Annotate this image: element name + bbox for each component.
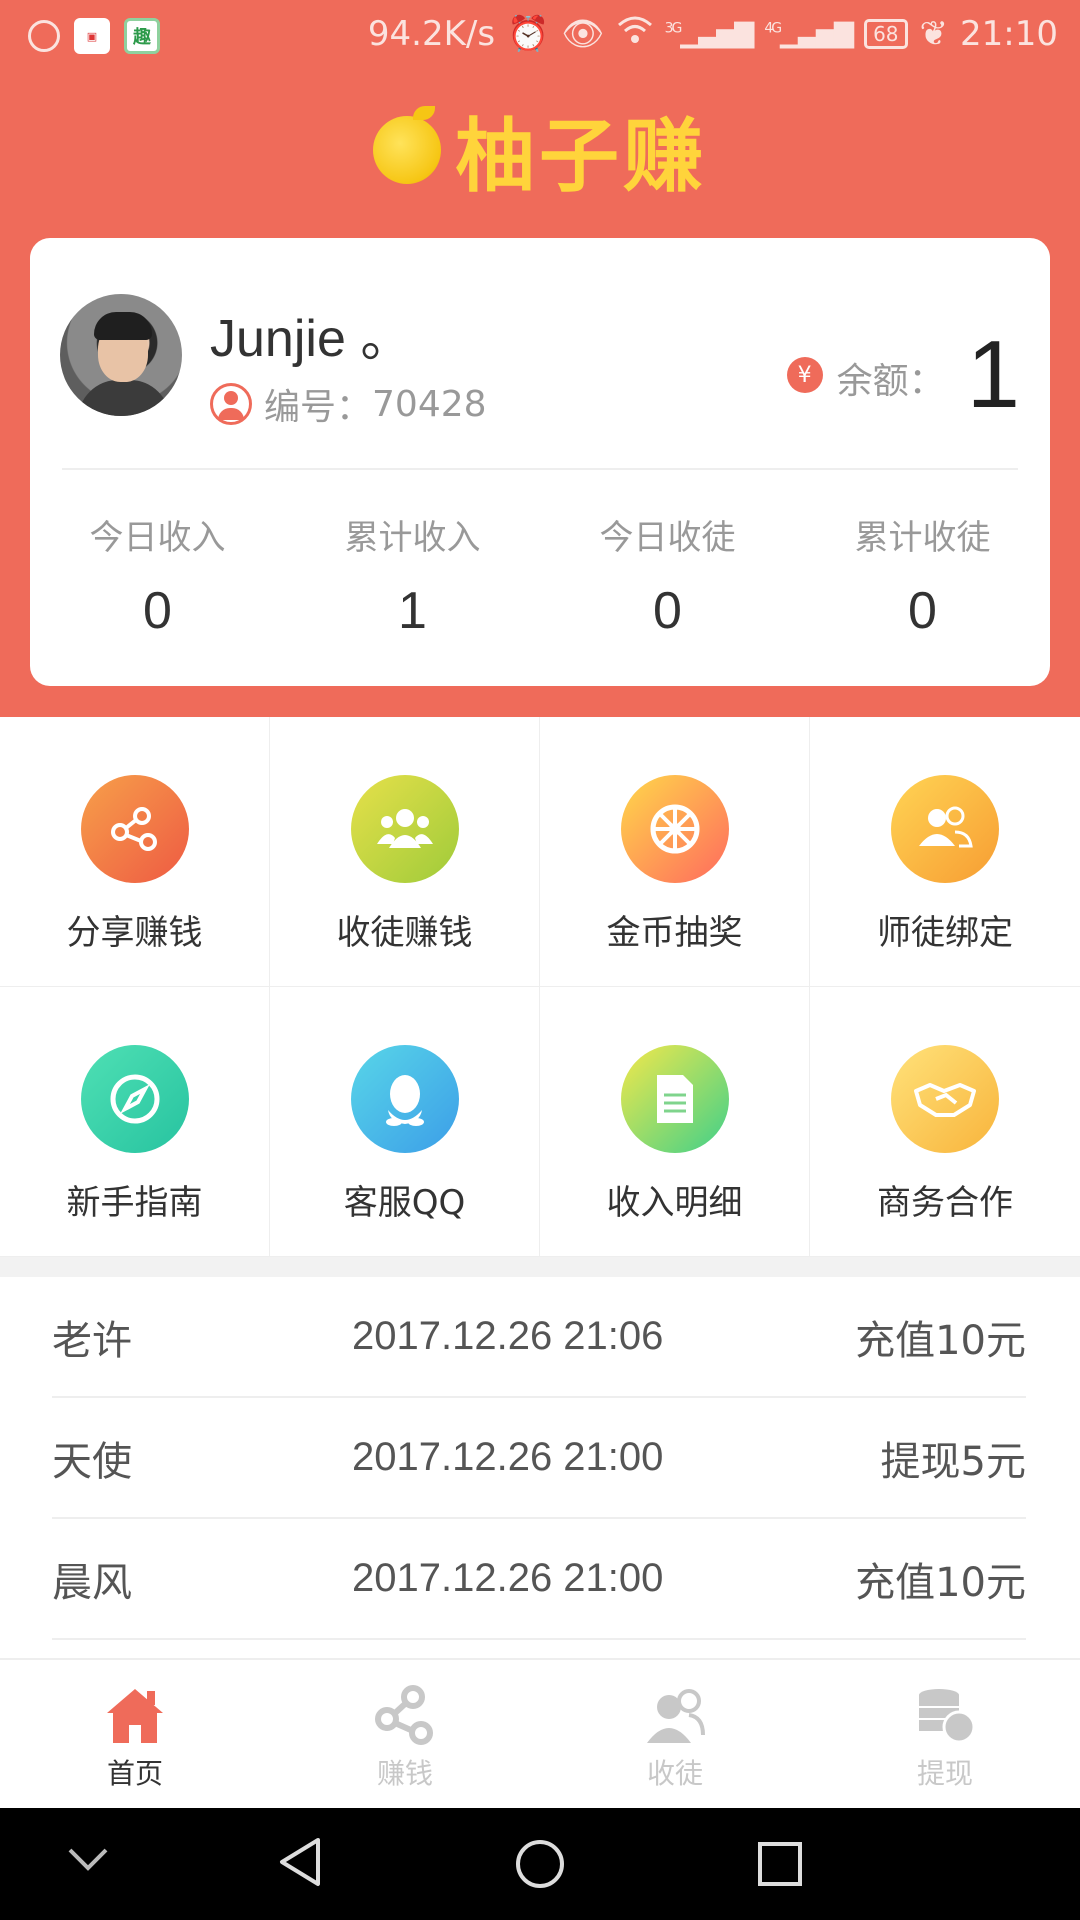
user-id: 编号： 70428 [210,378,487,430]
yen-icon: ¥ [786,357,823,393]
avatar[interactable] [60,294,182,416]
record-action: 充值10元 [855,1317,1026,1364]
grid-item-label: 收徒赚钱 [336,913,473,953]
stat-today-income[interactable]: 今日收入 0 [30,510,285,641]
user-id-value: 70428 [372,383,487,425]
chevron-down-icon[interactable] [66,1844,110,1878]
document-icon [620,1045,729,1153]
grid-item-label: 商务合作 [877,1183,1013,1223]
record-action: 充值10元 [855,1559,1026,1606]
qq-icon [350,1045,459,1153]
tab-label: 首页 [106,1757,163,1790]
group-icon [350,775,459,883]
wifi-icon [617,14,653,54]
share-icon [372,1682,438,1748]
stat-value: 1 [398,582,427,640]
balance-label: 余额： [836,361,945,402]
tab-home[interactable]: 首页 [0,1660,270,1808]
grid-item-label: 师徒绑定 [877,913,1013,953]
stats-row: 今日收入 0 累计收入 1 今日收徒 0 累计收徒 0 [30,510,1050,641]
system-navigation-bar [0,1808,1080,1920]
back-icon[interactable] [276,1836,324,1892]
battery-icon: 68 [864,19,908,49]
grid-item-business[interactable]: 商务合作 [810,987,1080,1257]
record-name: 天使 [52,1438,132,1485]
home-icon [102,1682,168,1748]
app-notification-icon: ▣ [74,18,110,54]
list-item: 老许 2017.12.26 21:06 充值10元 [52,1277,1026,1398]
tab-apprentice[interactable]: 收徒 [540,1660,810,1808]
handshake-icon [891,1045,999,1153]
record-time: 2017.12.26 21:00 [352,1556,664,1600]
grid-item-label: 金币抽奖 [606,913,743,953]
stat-label: 累计收入 [344,518,481,558]
share-icon [80,775,189,883]
username: Junjie 。 [210,310,413,368]
recent-apps-icon[interactable] [756,1840,804,1892]
grid-item-income-detail[interactable]: 收入明细 [540,987,810,1257]
balance-value: 1 [966,321,1020,428]
leaf-icon: ❦ [919,14,949,54]
app-name: 柚子赚 [455,109,707,203]
coins-icon [912,1682,978,1748]
grid-item-bind-mentor[interactable]: 师徒绑定 [810,717,1080,987]
tab-label: 收徒 [646,1757,703,1790]
qutoutiao-icon: 趣 [124,18,160,54]
tab-withdraw[interactable]: 提现 [810,1660,1080,1808]
grid-item-label: 新手指南 [66,1183,203,1223]
feature-grid: 分享赚钱 收徒赚钱 金币抽奖 师徒绑定 新手指南 客服QQ 收入明细 商务合作 [0,717,1080,1257]
grid-item-label: 收入明细 [606,1183,743,1223]
person-icon [210,383,252,425]
alarm-icon: ⏰ [507,14,550,54]
stat-label: 今日收入 [89,518,226,558]
signal-4g-icon: 4G▁▃▅▇ [764,19,854,49]
tab-label: 提现 [916,1757,973,1790]
net-speed: 94.2K/s [367,14,496,54]
stat-value: 0 [143,582,172,640]
header-background: ▣ 趣 94.2K/s ⏰ 👁 3G▁▃▅▇ 4G▁▃▅▇ 68 ❦ 21:10… [0,0,1080,717]
grid-item-guide[interactable]: 新手指南 [0,987,270,1257]
list-item: 晨风 2017.12.26 21:00 充值10元 [52,1519,1026,1640]
grid-item-label: 客服QQ [343,1183,466,1223]
stat-total-income[interactable]: 累计收入 1 [285,510,540,641]
divider [62,468,1018,470]
profile-card: Junjie 。 编号： 70428 ¥ 余额： 1 今日收入 0 累计收入 1 … [30,238,1050,686]
grid-item-coin-lottery[interactable]: 金币抽奖 [540,717,810,987]
record-action: 提现5元 [880,1438,1026,1485]
list-item: 天使 2017.12.26 21:00 提现5元 [52,1398,1026,1519]
tab-earn[interactable]: 赚钱 [270,1660,540,1808]
grid-item-share-earn[interactable]: 分享赚钱 [0,717,270,987]
grid-item-label: 分享赚钱 [66,913,203,953]
record-name: 晨风 [52,1559,132,1606]
users-icon [891,775,999,883]
stat-today-apprentices[interactable]: 今日收徒 0 [540,510,795,641]
grid-item-support-qq[interactable]: 客服QQ [270,987,540,1257]
signal-3g-icon: 3G▁▃▅▇ [664,19,755,49]
clock: 21:10 [960,14,1058,54]
bottom-tab-bar: 首页 赚钱 收徒 提现 [0,1658,1080,1808]
app-logo: 柚子赚 [0,92,1080,208]
eye-icon: 👁 [561,14,605,54]
stat-label: 累计收徒 [854,518,991,558]
stat-value: 0 [653,582,682,640]
compass-icon [80,1045,189,1153]
stat-label: 今日收徒 [599,518,736,558]
balance[interactable]: ¥ 余额： 1 [786,320,1020,430]
grid-item-recruit-earn[interactable]: 收徒赚钱 [270,717,540,987]
activity-list: 老许 2017.12.26 21:06 充值10元 天使 2017.12.26 … [52,1277,1026,1640]
user-id-label: 编号： [264,387,373,428]
section-divider [0,1257,1080,1277]
apprentice-icon [642,1682,708,1748]
stat-total-apprentices[interactable]: 累计收徒 0 [795,510,1050,641]
home-circle-icon[interactable] [514,1838,566,1894]
record-time: 2017.12.26 21:00 [352,1435,664,1479]
tab-label: 赚钱 [376,1757,433,1790]
wheel-icon [620,775,729,883]
record-name: 老许 [52,1317,132,1364]
weibo-icon [28,20,60,52]
grapefruit-icon [373,106,441,184]
status-bar: ▣ 趣 94.2K/s ⏰ 👁 3G▁▃▅▇ 4G▁▃▅▇ 68 ❦ 21:10 [0,0,1080,72]
stat-value: 0 [908,582,937,640]
record-time: 2017.12.26 21:06 [352,1314,664,1358]
